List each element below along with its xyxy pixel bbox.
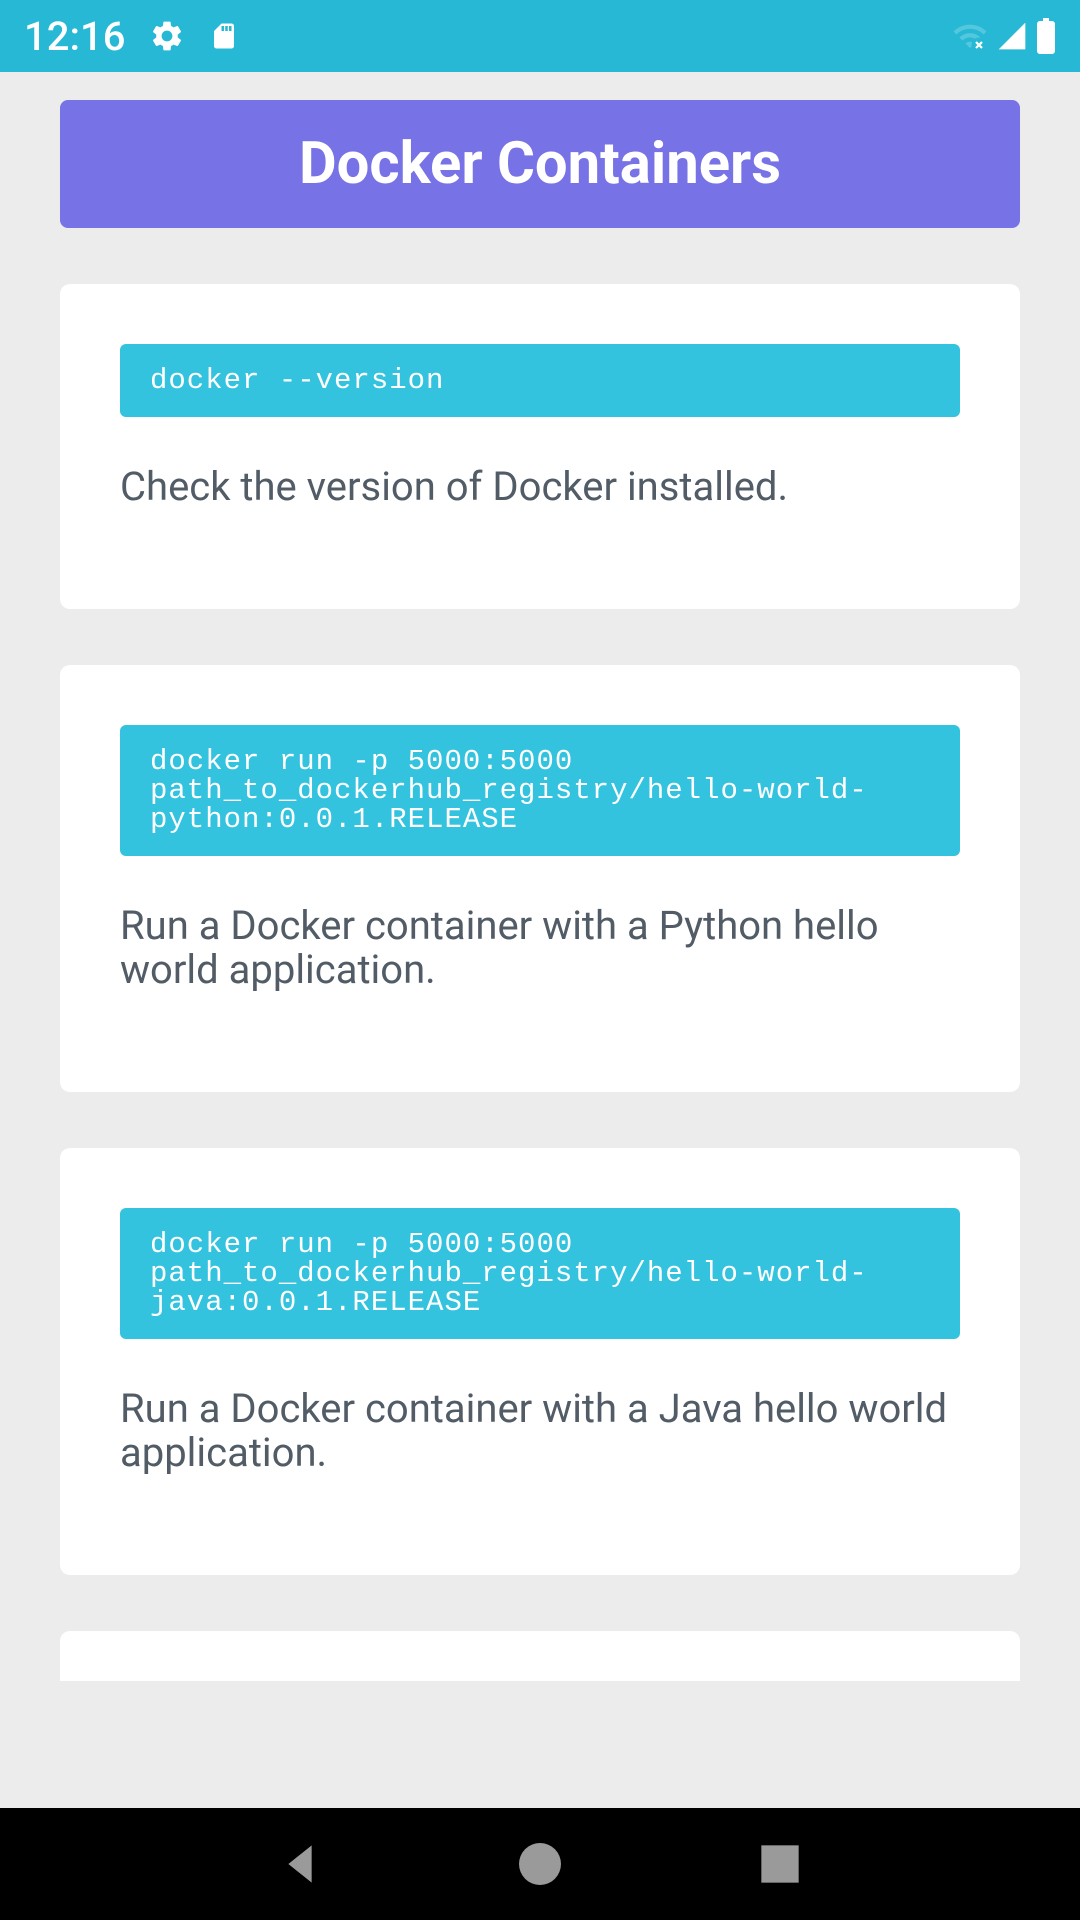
page-title: Docker Containers (80, 130, 1000, 198)
signal-icon (996, 20, 1028, 52)
code-block[interactable]: docker run -p 5000:5000 path_to_dockerhu… (120, 1208, 960, 1339)
command-card-partial (60, 1631, 1020, 1681)
command-description: Run a Docker container with a Java hello… (120, 1387, 960, 1515)
recent-apps-button[interactable] (752, 1836, 808, 1892)
command-card: docker run -p 5000:5000 path_to_dockerhu… (60, 1148, 1020, 1575)
code-block[interactable]: docker --version (120, 344, 960, 417)
content-area[interactable]: Docker Containers docker --version Check… (0, 72, 1080, 1808)
back-button[interactable] (272, 1836, 328, 1892)
gear-icon (149, 18, 185, 54)
status-right (952, 18, 1056, 54)
sd-card-icon (209, 18, 239, 54)
command-card: docker --version Check the version of Do… (60, 284, 1020, 609)
command-description: Run a Docker container with a Python hel… (120, 904, 960, 1032)
header-banner: Docker Containers (60, 100, 1020, 228)
home-button[interactable] (512, 1836, 568, 1892)
status-time: 12:16 (24, 13, 125, 60)
status-bar: 12:16 (0, 0, 1080, 72)
status-left: 12:16 (24, 13, 239, 60)
command-card: docker run -p 5000:5000 path_to_dockerhu… (60, 665, 1020, 1092)
navigation-bar (0, 1808, 1080, 1920)
command-description: Check the version of Docker installed. (120, 465, 960, 549)
code-block[interactable]: docker run -p 5000:5000 path_to_dockerhu… (120, 725, 960, 856)
wifi-off-icon (952, 18, 988, 54)
battery-icon (1036, 18, 1056, 54)
